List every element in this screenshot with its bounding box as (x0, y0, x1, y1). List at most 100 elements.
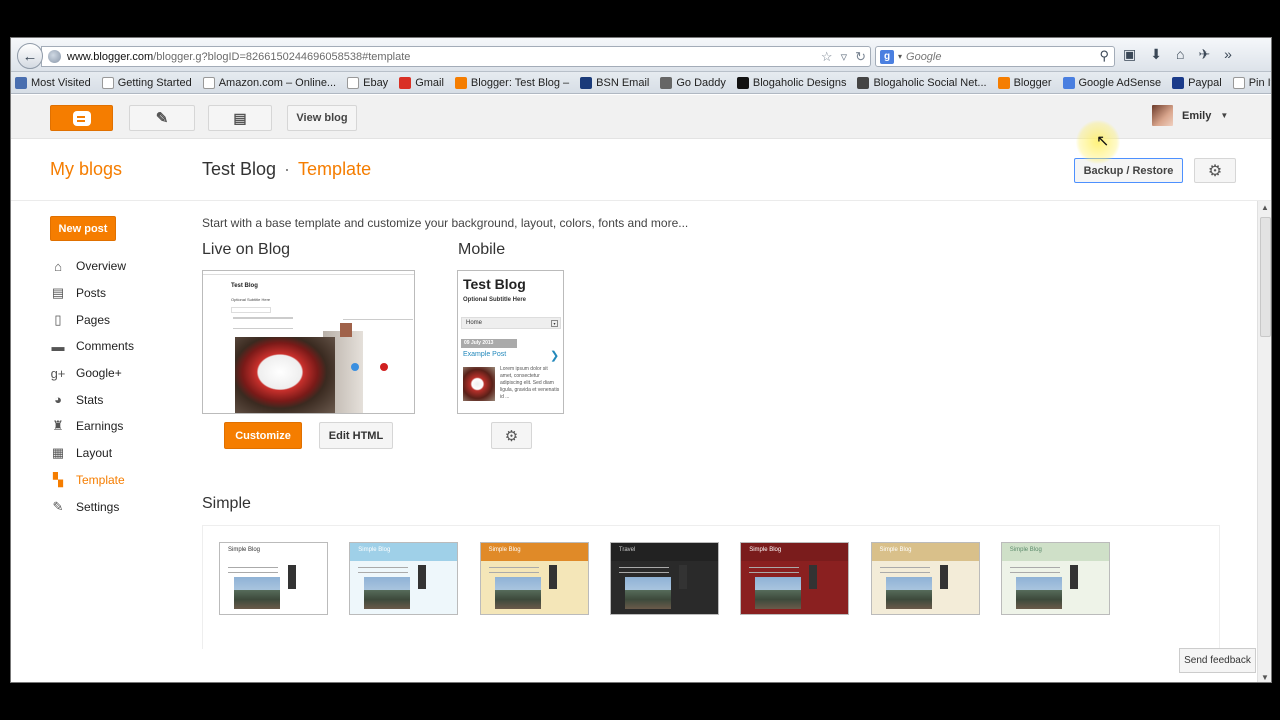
new-post-pencil-button[interactable]: ✎ (129, 105, 195, 131)
search-icon[interactable]: ⚲ (1099, 48, 1109, 64)
addon-icon[interactable]: ✈ (1198, 46, 1210, 63)
account-menu[interactable]: Emily ▼ (1152, 105, 1228, 126)
bookmark-item[interactable]: Pin It (1232, 76, 1271, 89)
preview-photo (235, 337, 335, 413)
sidebar-item-label: Settings (76, 499, 120, 514)
sidebar-menu: ⌂ Overview ▤ Posts ▯ Pages ▬ Comments g+ Google+ ◕… (49, 253, 189, 520)
template-thumbnail-image (885, 577, 932, 609)
template-thumbnail-sidebar (418, 565, 427, 589)
address-bar[interactable]: www.blogger.com/blogger.g?blogID=8266150… (41, 46, 871, 67)
scrollbar-thumb[interactable] (1260, 217, 1271, 337)
email-icon (580, 76, 593, 89)
template-thumbnail[interactable]: Simple Blog (349, 542, 459, 615)
template-thumbnail[interactable]: Simple Blog (479, 542, 589, 615)
sidebar-item-label: Stats (76, 392, 104, 407)
sidebar-item-posts[interactable]: ▤ Posts (49, 280, 189, 307)
bookmark-item[interactable]: Ebay (347, 76, 388, 89)
template-thumbnail-image (755, 577, 802, 609)
bookmark-item[interactable]: Paypal (1172, 76, 1222, 89)
new-post-button[interactable]: New post (50, 216, 116, 241)
view-blog-button[interactable]: View blog (287, 105, 357, 131)
sidebar-item-template[interactable]: ▚ Template (49, 467, 189, 494)
template-thumbnail[interactable]: Simple Blog (870, 542, 980, 615)
blogger-icon (997, 76, 1010, 89)
search-bar[interactable]: g ▾ Google ⚲ (875, 46, 1115, 67)
sidebar-item-settings[interactable]: ✎ Settings (49, 493, 189, 520)
template-thumbnail[interactable]: Travel (609, 542, 719, 615)
template-thumbnail-image (494, 577, 541, 609)
bookmark-item[interactable]: Blogaholic Designs (736, 76, 846, 89)
my-blogs-link[interactable]: My blogs (50, 159, 122, 180)
bookmark-label: Blogger (1013, 76, 1052, 89)
url-text[interactable]: www.blogger.com/blogger.g?blogID=8266150… (67, 51, 410, 63)
template-thumbnail[interactable]: Simple Blog (740, 542, 850, 615)
template-thumbnail-sidebar (1069, 565, 1078, 589)
preview-social-icon (380, 363, 388, 371)
bookmark-label: BSN Email (596, 76, 650, 89)
google-icon: g (880, 49, 894, 64)
mobile-template-preview[interactable]: Test Blog Optional Subtitle Here Home ▾ 0… (457, 270, 564, 414)
bookmarks-icon[interactable]: ▣ (1123, 46, 1136, 63)
sidebar-item-label: Layout (76, 446, 113, 461)
mobile-settings-button[interactable]: ⚙ (491, 422, 532, 449)
sidebar-item-comments[interactable]: ▬ Comments (49, 333, 189, 360)
settings-gear-button[interactable]: ⚙ (1194, 158, 1236, 183)
bookmark-item[interactable]: BSN Email (580, 76, 650, 89)
vertical-scrollbar[interactable]: ▲ ▼ (1257, 201, 1271, 682)
live-template-preview[interactable]: Test Blog Optional Subtitle Here (202, 270, 415, 414)
blog-name[interactable]: Test Blog (202, 159, 276, 179)
customize-button[interactable]: Customize (224, 422, 302, 449)
bookmark-item[interactable]: Most Visited (15, 76, 91, 89)
intro-text: Start with a base template and customize… (202, 216, 689, 230)
trophy-icon: ♜ (52, 418, 64, 434)
paypal-icon (1172, 76, 1185, 89)
browser-navbar: www.blogger.com/blogger.g?blogID=8266150… (11, 38, 1271, 72)
download-icon[interactable]: ⬇ (1150, 46, 1162, 63)
bookmark-item[interactable]: Google AdSense (1062, 76, 1161, 89)
sidebar-item-google[interactable]: g+ Google+ (49, 360, 189, 387)
preview-post-lines (233, 317, 293, 329)
bookmark-label: Blogger: Test Blog – (470, 76, 570, 89)
reload-icon[interactable]: ↻ (855, 49, 866, 65)
sidebar-item-pages[interactable]: ▯ Pages (49, 306, 189, 333)
bookmark-item[interactable]: Amazon.com – Online... (202, 76, 336, 89)
bookmark-item[interactable]: Gmail (399, 76, 444, 89)
template-thumbnail-title: Simple Blog (350, 543, 458, 561)
template-thumbnail[interactable]: Simple Blog (219, 542, 328, 615)
posts-list-button[interactable]: ▤ (208, 105, 272, 131)
edit-html-button[interactable]: Edit HTML (319, 422, 393, 449)
sidebar-item-overview[interactable]: ⌂ Overview (49, 253, 189, 280)
blogger-logo-button[interactable] (50, 105, 113, 131)
godaddy-icon (660, 76, 673, 89)
sidebar-item-label: Posts (76, 286, 107, 301)
dropdown-icon[interactable]: ▿ (841, 49, 848, 65)
square-icon (857, 76, 870, 89)
bookmark-item[interactable]: Blogger (997, 76, 1052, 89)
sidebar-item-label: Earnings (76, 419, 124, 434)
star-icon[interactable]: ☆ (821, 49, 833, 65)
scroll-down-icon[interactable]: ▼ (1261, 673, 1269, 682)
menu-icon[interactable]: » (1224, 46, 1232, 63)
send-feedback-button[interactable]: Send feedback (1179, 648, 1256, 673)
gear-icon: ⚙ (504, 427, 519, 445)
sidebar-item-stats[interactable]: ◕ Stats (49, 386, 189, 413)
back-button[interactable]: ← (17, 43, 43, 69)
sidebar-item-label: Google+ (76, 366, 122, 381)
backup-restore-button[interactable]: Backup / Restore (1074, 158, 1183, 183)
chevron-down-icon[interactable]: ▾ (898, 52, 902, 61)
bookmark-label: Gmail (415, 76, 444, 89)
page-icon (347, 76, 360, 89)
title-row: My blogs Test Blog · Template Backup / Res… (11, 139, 1271, 201)
bookmark-item[interactable]: Blogger: Test Blog – (454, 76, 570, 89)
bookmark-item[interactable]: Blogaholic Social Net... (857, 76, 987, 89)
bookmark-item[interactable]: Getting Started (101, 76, 192, 89)
scroll-up-icon[interactable]: ▲ (1261, 203, 1269, 212)
sidebar-item-earnings[interactable]: ♜ Earnings (49, 413, 189, 440)
page-icon (101, 76, 114, 89)
template-thumbnail[interactable]: Simple Blog (1000, 542, 1110, 615)
home-icon[interactable]: ⌂ (1176, 46, 1184, 63)
bookmark-item[interactable]: Go Daddy (660, 76, 726, 89)
sidebar-item-layout[interactable]: ▦ Layout (49, 440, 189, 467)
preview-blog-title: Test Blog (231, 283, 258, 289)
template-thumbnail-lines (228, 567, 278, 573)
